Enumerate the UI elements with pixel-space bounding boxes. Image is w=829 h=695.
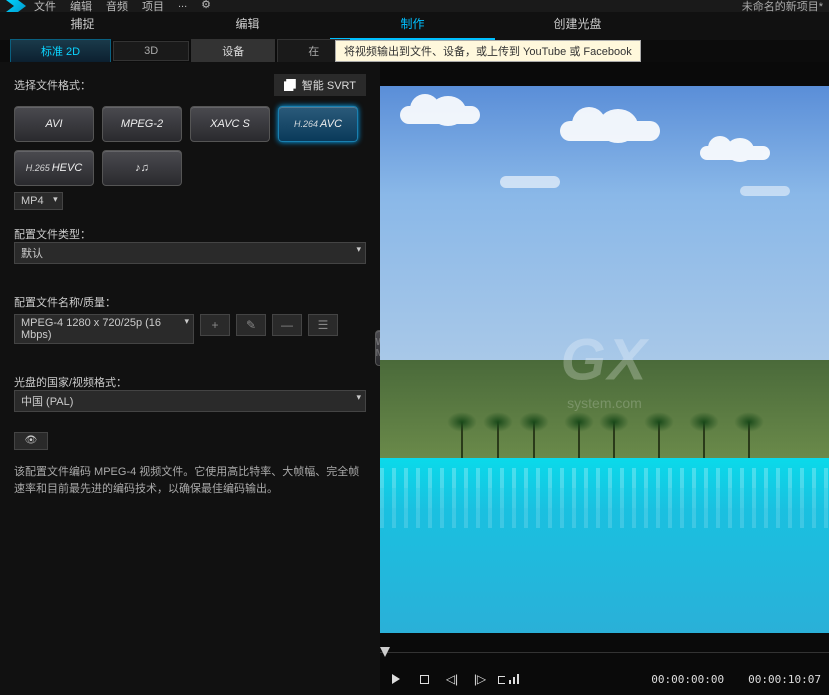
settings-panel: 选择文件格式： 智能 SVRT AVI MPEG-2 Windows Media… (0, 62, 380, 695)
timecode-current: 00:00:00:00 (651, 673, 724, 686)
smart-svrt-button[interactable]: 智能 SVRT (274, 74, 366, 96)
profile-name-select[interactable]: MPEG-4 1280 x 720/25p (16 Mbps) (14, 314, 194, 344)
content-area: 选择文件格式： 智能 SVRT AVI MPEG-2 Windows Media… (0, 62, 829, 695)
stop-button[interactable] (416, 671, 432, 687)
video-preview[interactable]: GX system.com (380, 86, 829, 633)
volume-button[interactable] (500, 671, 516, 687)
format-tiles: AVI MPEG-2 Windows Media XAVC S H.264 AV… (14, 106, 366, 186)
tile-mpeg2[interactable]: MPEG-2 (102, 106, 182, 142)
mode-produce[interactable]: 制作 (330, 9, 495, 40)
preview-eye-button[interactable]: 👁 (14, 432, 48, 450)
profile-type-label: 配置文件类型： (14, 226, 366, 242)
watermark-sub: system.com (567, 395, 642, 411)
profile-type-select[interactable]: 默认 (14, 242, 366, 264)
profile-delete-button[interactable]: — (272, 314, 302, 336)
mode-disc[interactable]: 创建光盘 (495, 9, 660, 40)
next-frame-button[interactable]: |▷ (472, 671, 488, 687)
subtab-2d[interactable]: 标准 2D (10, 39, 111, 63)
container-select[interactable]: MP4 (14, 192, 63, 210)
project-title: 未命名的新项目* (742, 0, 823, 14)
format-label: 选择文件格式： (14, 77, 91, 93)
mode-tooltip: 将视频输出到文件、设备，或上传到 YouTube 或 Facebook (335, 40, 641, 62)
tile-avi[interactable]: AVI (14, 106, 94, 142)
profile-detail-button[interactable]: ☰ (308, 314, 338, 336)
tile-audio[interactable]: ♪♫ (102, 150, 182, 186)
timeline-scrubber[interactable] (380, 643, 829, 663)
region-label: 光盘的国家/视频格式： (14, 374, 366, 390)
profile-edit-button[interactable]: ✎ (236, 314, 266, 336)
profile-description: 该配置文件编码 MPEG-4 视频文件。它使用高比特率、大帧幅、完全帧速率和目前… (14, 464, 366, 497)
svrt-label: 智能 SVRT (302, 77, 356, 93)
prev-frame-button[interactable]: ◁| (444, 671, 460, 687)
playback-controls: ◁| |▷ 00:00:00:00 00:00:10:07 (380, 663, 829, 695)
timecode-duration: 00:00:10:07 (748, 673, 821, 686)
preview-panel: GX system.com ◁| |▷ 00:00:00:00 00:00:10… (380, 62, 829, 695)
subtab-device[interactable]: 设备 (191, 39, 275, 63)
tile-h264[interactable]: H.264 AVC (278, 106, 358, 142)
mode-bar: 捕捉 编辑 制作 创建光盘 (0, 12, 829, 40)
profile-name-label: 配置文件名称/质量： (14, 294, 366, 310)
tile-h265[interactable]: H.265 HEVC (14, 150, 94, 186)
profile-add-button[interactable]: + (200, 314, 230, 336)
tile-xavcs[interactable]: XAVC S (190, 106, 270, 142)
svrt-icon (284, 79, 296, 91)
watermark: GX (561, 326, 649, 393)
subtab-3d[interactable]: 3D (113, 41, 189, 61)
region-select[interactable]: 中国 (PAL) (14, 390, 366, 412)
play-button[interactable] (388, 671, 404, 687)
mode-capture[interactable]: 捕捉 (0, 9, 165, 40)
mode-edit[interactable]: 编辑 (165, 9, 330, 40)
